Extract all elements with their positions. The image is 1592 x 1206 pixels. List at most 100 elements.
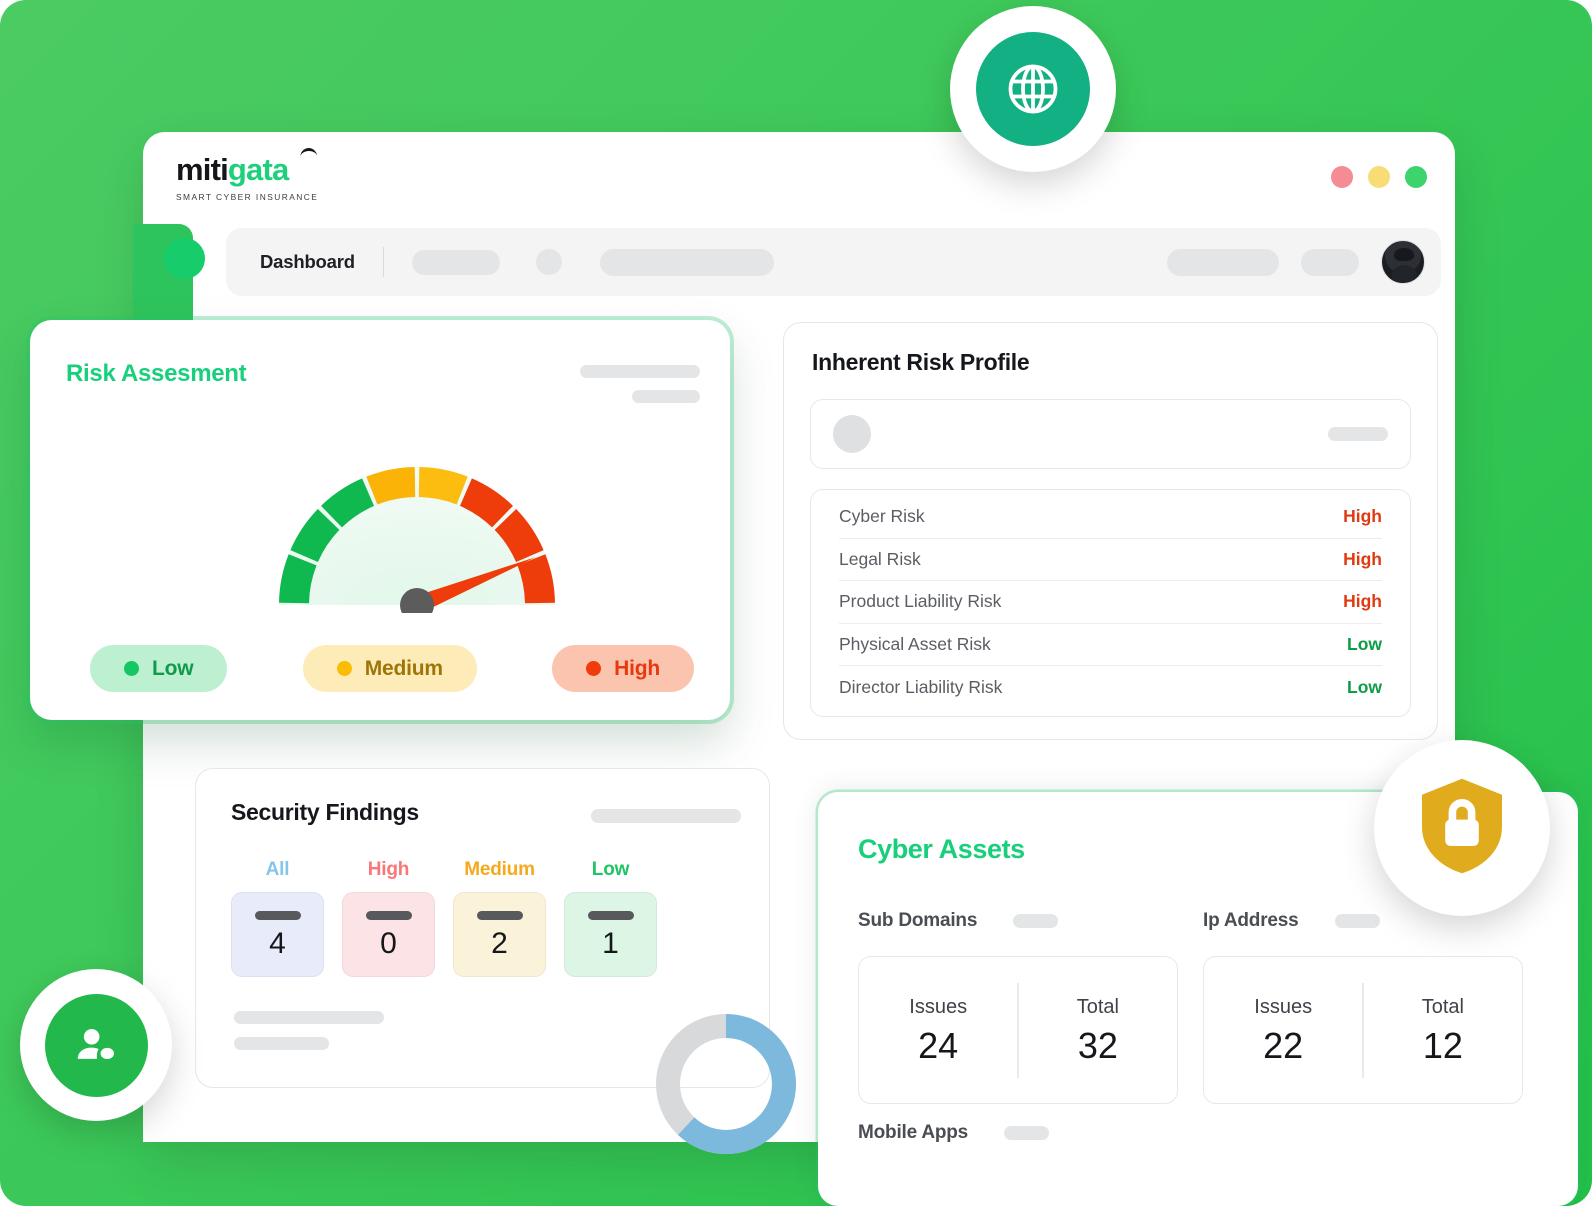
sidebar-toggle-button[interactable] [164,238,205,279]
asset-stat-value: 22 [1263,1025,1304,1066]
nav-placeholder-3[interactable] [1167,248,1279,276]
asset-stat-label: Issues [1254,996,1313,1018]
selector-placeholder [1328,427,1388,441]
asset-group-label: Ip Address [1203,910,1299,931]
legend-dot-high [586,661,602,676]
asset-stat-label: Issues [909,996,968,1018]
asset-stat-label: Total [1421,996,1464,1018]
shield-lock-icon [1414,774,1510,883]
security-findings-footer-placeholder-2 [234,1037,329,1050]
finding-bar [587,910,634,920]
legend-label-high: High [614,656,660,680]
risk-label: Product Liability Risk [839,591,1002,612]
nav-right-group [1167,240,1425,284]
risk-profile-list: Cyber Risk High Legal Risk High Product … [810,489,1411,717]
finding-count-medium: 2 [491,926,508,960]
risk-profile-selector[interactable] [810,399,1411,469]
logo-arc-icon [300,147,318,158]
asset-stat-label: Total [1076,996,1119,1018]
legend-pill-low[interactable]: Low [90,645,228,692]
users-icon [44,993,148,1097]
table-row[interactable]: Legal Risk High [839,539,1382,581]
inherent-risk-profile-card: Inherent Risk Profile Cyber Risk High Le… [783,322,1438,740]
users-badge [20,969,172,1121]
nav-placeholder-1[interactable] [412,249,501,275]
logo-text-accent: gata [227,152,289,187]
finding-column-high[interactable]: High 0 [342,859,435,977]
globe-badge [950,6,1116,172]
asset-stat-box[interactable]: Issues 24 Total 32 [858,956,1178,1104]
asset-group-label: Sub Domains [858,910,978,931]
finding-tile-low[interactable]: 1 [564,892,657,977]
asset-stat-total: Total 12 [1364,996,1522,1064]
finding-column-low[interactable]: Low 1 [564,859,657,977]
globe-icon [976,32,1090,146]
legend-pill-high[interactable]: High [552,645,694,692]
nav-divider [382,247,385,277]
legend-pill-medium[interactable]: Medium [302,645,477,692]
table-row[interactable]: Product Liability Risk High [839,581,1382,624]
finding-bar [365,910,412,920]
minimize-button[interactable] [1368,166,1390,188]
asset-stat-issues: Issues 24 [859,996,1017,1064]
risk-assessment-card: Risk Assesment Low Medium High [30,320,730,720]
table-row[interactable]: Cyber Risk High [839,496,1382,539]
finding-category-medium: Medium [464,859,535,880]
finding-count-high: 0 [380,926,397,960]
status-badge: Low [1347,676,1382,697]
logo-tagline: SMART CYBER INSURANCE [176,192,319,202]
asset-stat-issues: Issues 22 [1204,996,1362,1064]
finding-bar [254,910,301,920]
finding-tile-medium[interactable]: 2 [453,892,546,977]
asset-stat-value: 24 [918,1025,959,1066]
asset-stat-total: Total 32 [1019,996,1177,1064]
app-logo[interactable]: mitigata SMART CYBER INSURANCE [176,147,319,202]
inherent-risk-profile-title: Inherent Risk Profile [812,349,1030,375]
legend-dot-low [124,661,139,676]
nav-placeholder-4[interactable] [1301,248,1359,276]
asset-group-sub-domains: Sub Domains Issues 24 Total 32 [858,910,1178,1104]
asset-stat-value: 32 [1077,1025,1118,1066]
avatar[interactable] [1381,240,1425,284]
nav-placeholder-circle[interactable] [536,249,563,275]
security-findings-title: Security Findings [231,799,419,825]
finding-category-high: High [367,859,410,880]
risk-label: Legal Risk [839,548,921,569]
finding-column-medium[interactable]: Medium 2 [453,859,546,977]
finding-count-all: 4 [269,926,286,960]
table-row[interactable]: Physical Asset Risk Low [839,624,1382,666]
finding-category-all: All [265,859,290,880]
nav-item-dashboard[interactable]: Dashboard [260,251,355,273]
finding-count-low: 1 [602,926,619,960]
asset-group-label: Mobile Apps [858,1122,969,1143]
logo-text-primary: miti [176,152,229,187]
risk-label: Cyber Risk [839,506,925,527]
finding-tile-high[interactable]: 0 [342,892,435,977]
security-findings-card: Security Findings All 4 High 0 Medium 2 … [195,768,796,1154]
legend-label-medium: Medium [364,656,443,680]
asset-stat-value: 12 [1422,1025,1463,1066]
legend-dot-medium [336,661,352,676]
finding-tile-all[interactable]: 4 [231,892,324,977]
nav-placeholder-2[interactable] [600,248,775,276]
close-button[interactable] [1331,166,1353,188]
risk-label: Physical Asset Risk [839,633,991,654]
asset-group-mobile-apps: Mobile Apps [858,1122,1050,1144]
maximize-button[interactable] [1405,166,1427,188]
finding-column-all[interactable]: All 4 [231,859,324,977]
shield-lock-badge [1374,740,1550,916]
status-badge: High [1343,506,1382,527]
risk-assessment-title: Risk Assesment [66,360,247,387]
asset-group-header: Sub Domains [858,910,1178,932]
finding-bar [476,910,523,920]
asset-group-placeholder [1004,1126,1050,1140]
asset-group-placeholder [1013,914,1059,928]
table-row[interactable]: Director Liability Risk Low [839,666,1382,709]
risk-gauge-chart [279,467,555,613]
asset-stat-box[interactable]: Issues 22 Total 12 [1203,956,1523,1104]
security-findings-donut-chart [656,1014,796,1154]
cyber-assets-title: Cyber Assets [858,834,1025,864]
risk-legend: Low Medium High [90,645,694,692]
selector-avatar [833,415,871,453]
gauge-segment-high [517,554,555,604]
